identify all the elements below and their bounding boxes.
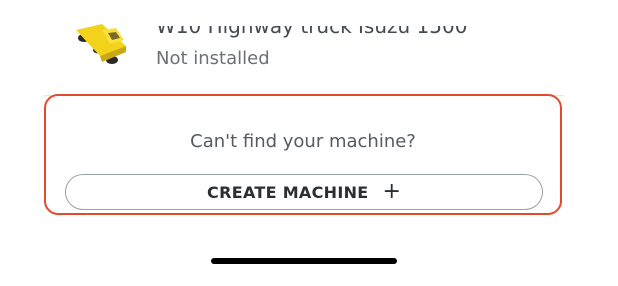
cant-find-machine-text: Can't find your machine?	[190, 131, 416, 152]
machine-install-status: Not installed	[156, 48, 270, 69]
create-machine-button[interactable]: CREATE MACHINE +	[65, 174, 543, 210]
home-indicator	[211, 258, 397, 264]
create-machine-label: CREATE MACHINE	[207, 182, 369, 202]
create-machine-card: Can't find your machine? CREATE MACHINE …	[44, 94, 562, 215]
machine-title: W10 Highway truck Isuzu 1500	[156, 14, 468, 38]
yellow-truck-icon	[72, 20, 130, 68]
machine-list-item[interactable]: W10 Highway truck Isuzu 1500 Not install…	[0, 0, 618, 95]
machine-list-screen: W10 Highway truck Isuzu 1500 Not install…	[0, 0, 618, 286]
plus-icon: +	[382, 179, 401, 204]
